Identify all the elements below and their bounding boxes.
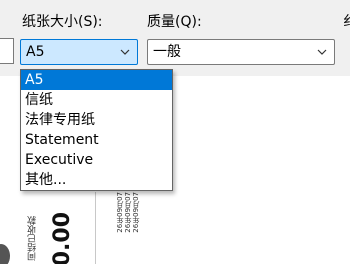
option-executive[interactable]: Executive [21,150,172,170]
paper-size-dropdown[interactable]: A5 [20,39,138,65]
option-a5[interactable]: A5 [21,70,172,90]
previous-combobox-edge[interactable] [0,38,14,64]
preview-amount: 0.00 [50,212,75,264]
cut-off-label: 纟 [343,13,350,31]
paper-size-value: A5 [26,44,45,60]
preview-date-line: 26年09月07 [132,192,140,233]
preview-caption: 间结已收款 [28,216,38,261]
option-statement[interactable]: Statement [21,130,172,150]
paper-size-label: 纸张大小(S): [22,14,103,30]
option-other[interactable]: 其他... [21,170,172,190]
option-legal[interactable]: 法律专用纸 [21,110,172,130]
print-settings-window: 纸张大小(S): A5 质量(Q): 一般 纟 0.00 间结已收款 26年09… [0,0,350,264]
option-letter[interactable]: 信纸 [21,90,172,110]
chevron-down-icon [317,49,327,55]
quality-label: 质量(Q): [147,14,202,30]
chevron-down-icon [120,49,130,55]
quality-dropdown[interactable]: 一般 [147,39,335,65]
paper-size-options-list: A5 信纸 法律专用纸 Statement Executive 其他... [20,69,173,191]
quality-value: 一般 [153,44,181,60]
preview-divider [95,192,96,264]
